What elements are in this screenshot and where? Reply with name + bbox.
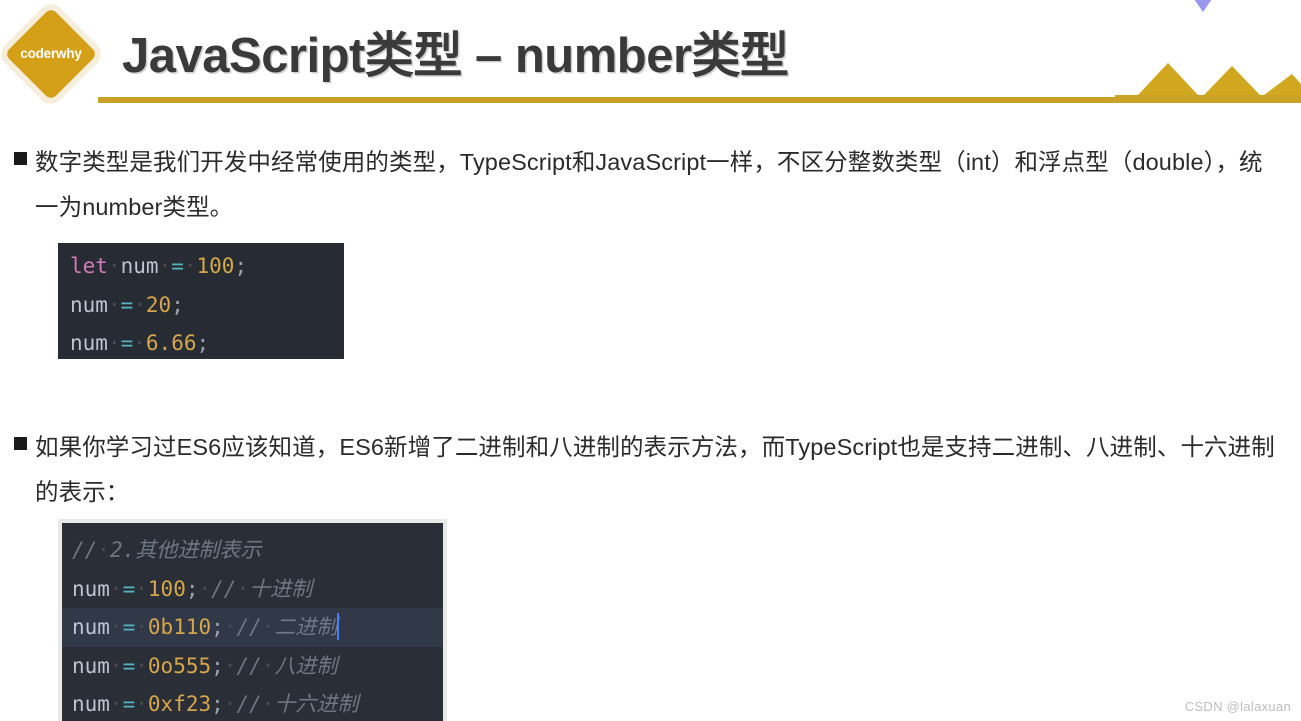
code-block-number-radix: //·2.其他进制表示 num·=·100;·//·十进制 num·=·0b110;… (58, 519, 447, 721)
code-token-punc: ; (196, 331, 210, 355)
code-token-comment: // (72, 538, 98, 562)
code-token-var: num (72, 692, 110, 716)
code-token-var: num (72, 576, 110, 601)
code-token-dot: · (135, 576, 148, 601)
code-token-comment: 十六进制 (274, 692, 359, 716)
code-token-punc: ; (211, 653, 224, 678)
code-token-dot: · (107, 254, 121, 278)
code-line: num·=·0o555;·//·八进制 (62, 647, 443, 686)
code-token-dot: · (133, 331, 146, 355)
code-token-var: num (70, 331, 108, 355)
code-token-punc: ; (211, 692, 224, 716)
code-token-dot: · (183, 254, 197, 278)
code-token-var: num (72, 615, 110, 639)
code-token-num: 0xf23 (147, 692, 212, 716)
square-bullet-icon (14, 437, 27, 450)
code-line: num·=·20; (70, 286, 344, 325)
csdn-watermark: CSDN @lalaxuan (1184, 699, 1291, 714)
code-token-comment: // (236, 615, 262, 639)
code-token-dot: · (236, 576, 250, 601)
mountain-decoration-icon (1115, 63, 1301, 100)
code-token-dot: · (109, 576, 123, 601)
code-token-dot: · (223, 653, 237, 678)
code-line: num·=·100;·//·十进制 (62, 570, 443, 609)
code-token-dot: · (261, 615, 275, 639)
bullet-text: 数字类型是我们开发中经常使用的类型，TypeScript和JavaScript一… (35, 149, 1263, 220)
bullet-text: 如果你学习过ES6应该知道，ES6新增了二进制和八进制的表示方法，而TypeSc… (35, 434, 1275, 505)
code-token-comment: // (211, 576, 237, 601)
slide-header: coderwhy JavaScript类型 – number类型 (0, 0, 1301, 112)
code-token-var: num (70, 292, 108, 317)
code-token-dot: · (261, 692, 275, 716)
code-token-op: = (122, 653, 136, 678)
code-token-dot: · (135, 692, 148, 716)
code-token-op: = (122, 692, 136, 716)
logo-label: coderwhy (20, 46, 82, 61)
page-title: JavaScript类型 – number类型 (122, 29, 789, 83)
code-line: let·num·=·100; (70, 247, 344, 286)
code-token-dot: · (133, 292, 146, 317)
code-block-number-assignment: let·num·=·100; num·=·20; num·=·6.66; (58, 243, 344, 359)
code-line: num·=·0xf23;·//·十六进制 (62, 685, 443, 721)
square-bullet-icon (14, 152, 27, 165)
code-token-op: = (120, 292, 134, 317)
code-token-op: = (120, 331, 134, 355)
code-token-dot: · (223, 692, 237, 716)
code-token-dot: · (198, 576, 212, 601)
code-token-op: = (122, 576, 136, 601)
code-token-num: 100 (196, 254, 235, 278)
code-token-dot: · (109, 692, 123, 716)
code-token-kw: let (70, 254, 108, 278)
code-token-comment: 十进制 (249, 576, 313, 601)
code-token-dot: · (109, 653, 123, 678)
code-token-dot: · (261, 653, 275, 678)
code-token-comment: 二进制 (274, 615, 338, 639)
code-token-var: num (120, 254, 159, 278)
code-token-punc: ; (171, 292, 184, 317)
bullet-item: 数字类型是我们开发中经常使用的类型，TypeScript和JavaScript一… (14, 140, 1264, 230)
code-token-num: 20 (145, 292, 172, 317)
bullet-item: 如果你学习过ES6应该知道，ES6新增了二进制和八进制的表示方法，而TypeSc… (14, 425, 1294, 515)
code-token-var: num (72, 653, 110, 678)
code-token-comment: // (236, 692, 262, 716)
code-token-num: 6.66 (145, 331, 197, 355)
code-token-dot: · (107, 292, 121, 317)
code-token-comment: // (236, 653, 262, 678)
code-token-dot: · (107, 331, 121, 355)
code-token-comment: 2.其他进制表示 (109, 538, 262, 562)
code-token-dot: · (97, 538, 110, 562)
code-token-comment: 八进制 (274, 653, 338, 678)
code-token-dot: · (135, 653, 148, 678)
code-token-op: = (171, 254, 184, 278)
code-token-num: 0o555 (147, 653, 212, 678)
code-token-dot: · (158, 254, 172, 278)
code-token-punc: ; (234, 254, 248, 278)
code-line: num·=·0b110;·//·二进制 (62, 608, 443, 647)
text-cursor (337, 613, 340, 640)
code-token-dot: · (223, 615, 237, 639)
code-token-dot: · (135, 615, 148, 639)
code-token-punc: ; (211, 615, 224, 639)
code-line: num·=·6.66; (70, 324, 344, 359)
code-token-num: 100 (147, 576, 186, 601)
purple-diamond-icon (1194, 0, 1212, 12)
code-token-op: = (122, 615, 136, 639)
code-token-num: 0b110 (147, 615, 212, 639)
code-token-punc: ; (185, 576, 199, 601)
code-line: //·2.其他进制表示 (62, 531, 443, 570)
coderwhy-logo: coderwhy (4, 7, 98, 101)
code-token-dot: · (109, 615, 123, 639)
